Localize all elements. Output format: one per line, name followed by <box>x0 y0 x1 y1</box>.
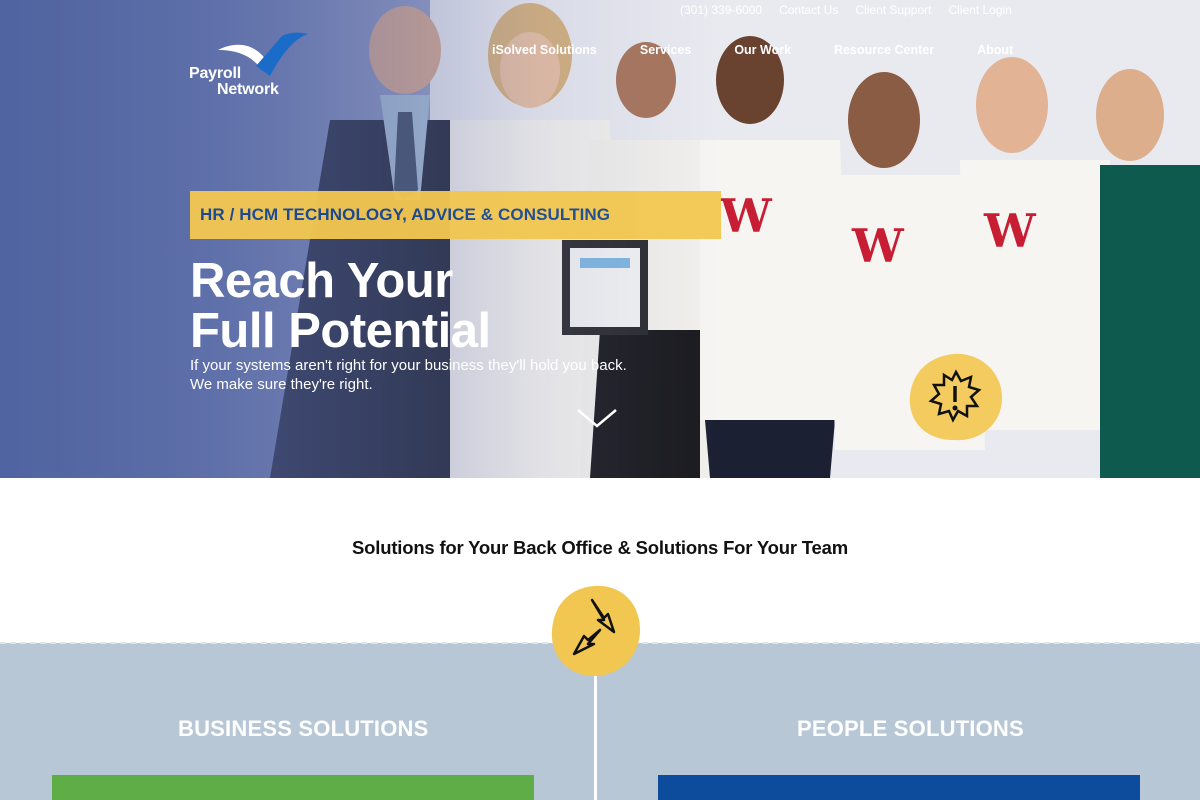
nav-item-about[interactable]: About <box>977 43 1013 57</box>
hero-subheading-line1: If your systems aren't right for your bu… <box>190 357 627 374</box>
alert-badge-icon <box>909 353 1002 441</box>
hero-banner: W W W Payroll Network (301) 339-6000 Con… <box>0 0 1200 478</box>
hero-headline: Reach Your Full Potential <box>190 256 491 356</box>
utility-nav: (301) 339-6000 Contact Us Client Support… <box>680 3 1029 17</box>
nav-item-our-work[interactable]: Our Work <box>734 43 791 57</box>
nav-item-isolved-solutions[interactable]: iSolved Solutions <box>492 43 597 57</box>
phone-link[interactable]: (301) 339-6000 <box>680 3 762 17</box>
nav-item-resource-center[interactable]: Resource Center <box>834 43 934 57</box>
hero-headline-line2: Full Potential <box>190 304 491 358</box>
swap-arrows-icon <box>551 585 640 676</box>
logo-text-line2: Network <box>217 81 279 98</box>
business-solutions-heading: BUSINESS SOLUTIONS <box>178 716 429 741</box>
main-nav: iSolved Solutions Services Our Work Reso… <box>492 43 1013 57</box>
hero-tagline-bar: HR / HCM TECHNOLOGY, ADVICE & CONSULTING <box>190 191 721 239</box>
payroll-network-logo[interactable]: Payroll Network <box>188 30 318 100</box>
vertical-divider <box>594 670 597 800</box>
hero-subheading-line2: We make sure they're right. <box>190 376 373 393</box>
client-support-link[interactable]: Client Support <box>855 3 931 17</box>
solutions-heading: Solutions for Your Back Office & Solutio… <box>352 537 848 558</box>
client-login-link[interactable]: Client Login <box>948 3 1011 17</box>
people-solutions-card[interactable] <box>658 775 1140 800</box>
chevron-down-icon[interactable] <box>576 406 618 430</box>
hero-headline-line1: Reach Your <box>190 254 453 308</box>
nav-item-services[interactable]: Services <box>640 43 691 57</box>
business-solutions-card[interactable] <box>52 775 534 800</box>
hero-tagline: HR / HCM TECHNOLOGY, ADVICE & CONSULTING <box>200 205 611 224</box>
people-solutions-heading: PEOPLE SOLUTIONS <box>797 716 1024 741</box>
hero-subheading: If your systems aren't right for your bu… <box>190 356 627 394</box>
contact-link[interactable]: Contact Us <box>779 3 838 17</box>
